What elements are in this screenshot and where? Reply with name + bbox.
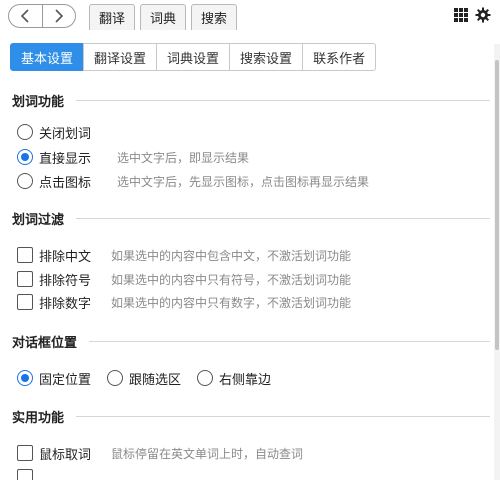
option-exclude-numbers[interactable]: 排除数字 如果选中的内容中只有数字，不激活划词功能 xyxy=(17,292,351,312)
chevron-left-icon xyxy=(21,9,29,23)
top-toolbar: 翻译 词典 搜索 xyxy=(0,0,500,34)
option-label: 鼠标取词 xyxy=(39,447,92,463)
radio-button[interactable] xyxy=(17,173,33,189)
checkbox[interactable] xyxy=(17,271,33,287)
tab-search-settings[interactable]: 搜索设置 xyxy=(229,43,304,71)
tab-dictionary[interactable]: 词典 xyxy=(140,4,187,30)
option-right-edge[interactable]: 右侧靠边 xyxy=(197,369,271,388)
option-description: 选中文字后，先显示图标，点击图标再显示结果 xyxy=(117,174,370,189)
option-click-icon[interactable]: 点击图标 选中文字后，先显示图标，点击图标再显示结果 xyxy=(17,171,369,191)
option-description: 选中文字后，即显示结果 xyxy=(117,150,250,165)
scrollbar-thumb[interactable] xyxy=(495,60,499,350)
radio-button-checked[interactable] xyxy=(17,149,33,165)
nav-button-group xyxy=(8,4,76,28)
section-title-filter: 划词过滤 xyxy=(12,209,490,228)
radio-button[interactable] xyxy=(17,124,33,140)
gear-icon[interactable] xyxy=(474,6,492,24)
section-heading: 对话框位置 xyxy=(12,335,78,351)
option-mouse-word-pick[interactable]: 鼠标取词 鼠标停留在英文单词上时，自动查词 xyxy=(17,443,303,463)
option-label: 直接显示 xyxy=(39,151,92,167)
checkbox[interactable] xyxy=(17,469,33,480)
option-label: 排除数字 xyxy=(39,296,92,312)
option-label: 跟随选区 xyxy=(129,372,182,388)
section-title-dialog-position: 对话框位置 xyxy=(12,332,490,351)
clipped-next-option xyxy=(17,469,39,480)
tab-search[interactable]: 搜索 xyxy=(191,4,238,30)
divider xyxy=(76,99,490,101)
section-heading: 实用功能 xyxy=(12,410,65,426)
tab-contact-author[interactable]: 联系作者 xyxy=(302,43,377,71)
option-direct-show[interactable]: 直接显示 选中文字后，即显示结果 xyxy=(17,147,249,167)
option-label: 固定位置 xyxy=(39,372,92,388)
dialog-position-options: 固定位置 跟随选区 右侧靠边 xyxy=(17,368,287,388)
divider xyxy=(89,340,490,342)
section-heading: 划词过滤 xyxy=(12,212,65,228)
chevron-right-icon xyxy=(55,9,63,23)
forward-button[interactable] xyxy=(41,5,76,27)
checkbox[interactable] xyxy=(17,247,33,263)
option-fixed-position[interactable]: 固定位置 xyxy=(17,369,91,388)
tab-translate-settings[interactable]: 翻译设置 xyxy=(83,43,158,71)
settings-tab-bar: 基本设置 翻译设置 词典设置 搜索设置 联系作者 xyxy=(10,43,377,71)
option-exclude-symbols[interactable]: 排除符号 如果选中的内容中只有符号，不激活划词功能 xyxy=(17,269,351,289)
option-description: 鼠标停留在英文单词上时，自动查词 xyxy=(111,446,304,461)
option-label: 点击图标 xyxy=(39,175,92,191)
tab-dictionary-settings[interactable]: 词典设置 xyxy=(156,43,231,71)
checkbox[interactable] xyxy=(17,294,33,310)
option-description: 如果选中的内容中包含中文，不激活划词功能 xyxy=(111,248,352,263)
divider xyxy=(76,217,490,219)
section-heading: 划词功能 xyxy=(12,94,65,110)
option-follow-selection[interactable]: 跟随选区 xyxy=(107,369,181,388)
back-button[interactable] xyxy=(9,5,42,27)
tab-translate[interactable]: 翻译 xyxy=(89,4,136,30)
checkbox[interactable] xyxy=(17,445,33,461)
option-description: 如果选中的内容中只有符号，不激活划词功能 xyxy=(111,272,352,287)
divider xyxy=(76,415,490,417)
option-label: 右侧靠边 xyxy=(219,372,272,388)
radio-button[interactable] xyxy=(107,370,124,386)
grid-icon[interactable] xyxy=(452,6,470,24)
radio-button[interactable] xyxy=(197,370,214,386)
radio-button-checked[interactable] xyxy=(17,370,33,386)
option-exclude-chinese[interactable]: 排除中文 如果选中的内容中包含中文，不激活划词功能 xyxy=(17,245,351,265)
option-disable-select[interactable]: 关闭划词 xyxy=(17,122,101,142)
option-label: 关闭划词 xyxy=(39,126,92,142)
option-description: 如果选中的内容中只有数字，不激活划词功能 xyxy=(111,295,352,310)
option-label: 排除符号 xyxy=(39,273,92,289)
section-title-utility: 实用功能 xyxy=(12,407,490,426)
tab-basic-settings[interactable]: 基本设置 xyxy=(10,43,85,71)
option-label: 排除中文 xyxy=(39,249,92,265)
section-title-select-word: 划词功能 xyxy=(12,91,490,110)
